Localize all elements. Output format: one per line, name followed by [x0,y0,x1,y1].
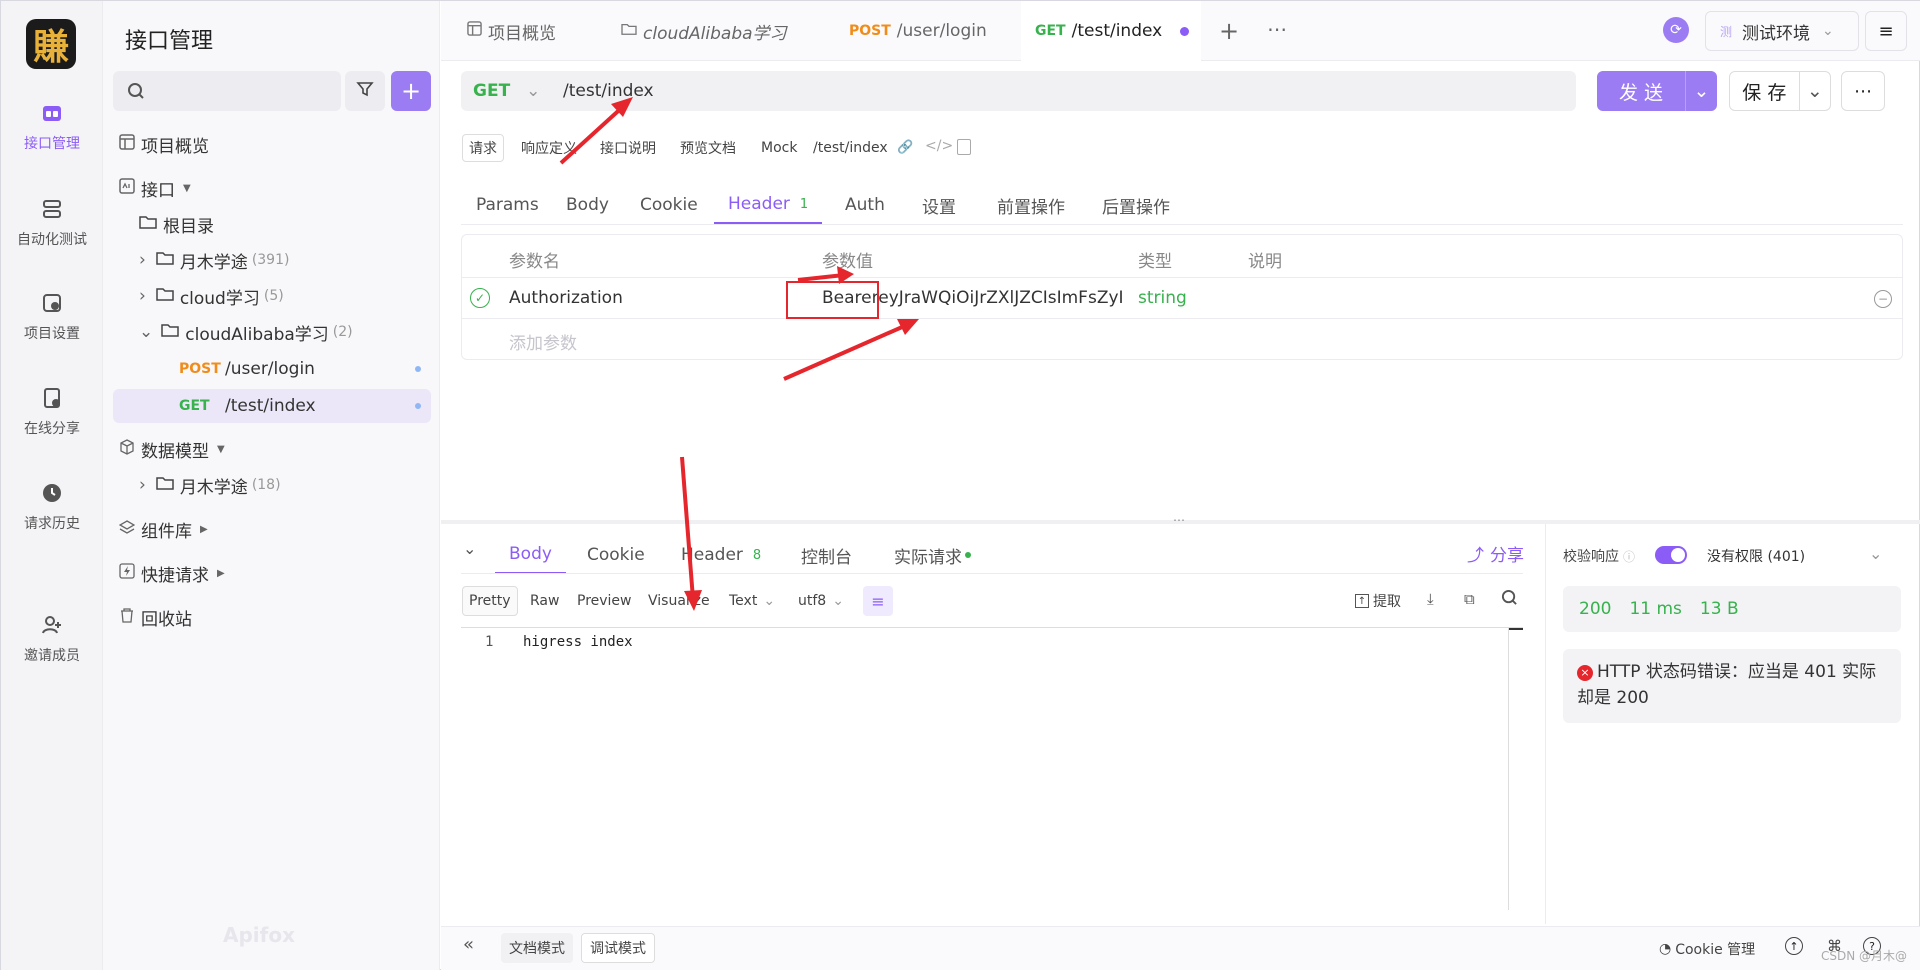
annotation-arrows [559,97,919,611]
app-window: 賺 接口管理 自动化测试 项目设置 在线分享 请求历史 邀请成员 接口管理 + … [0,0,1920,970]
arrow-to-url [559,97,633,165]
arrow-to-value-column [797,266,854,284]
arrow-to-token [783,319,919,381]
arrow-to-visualize [680,456,702,611]
